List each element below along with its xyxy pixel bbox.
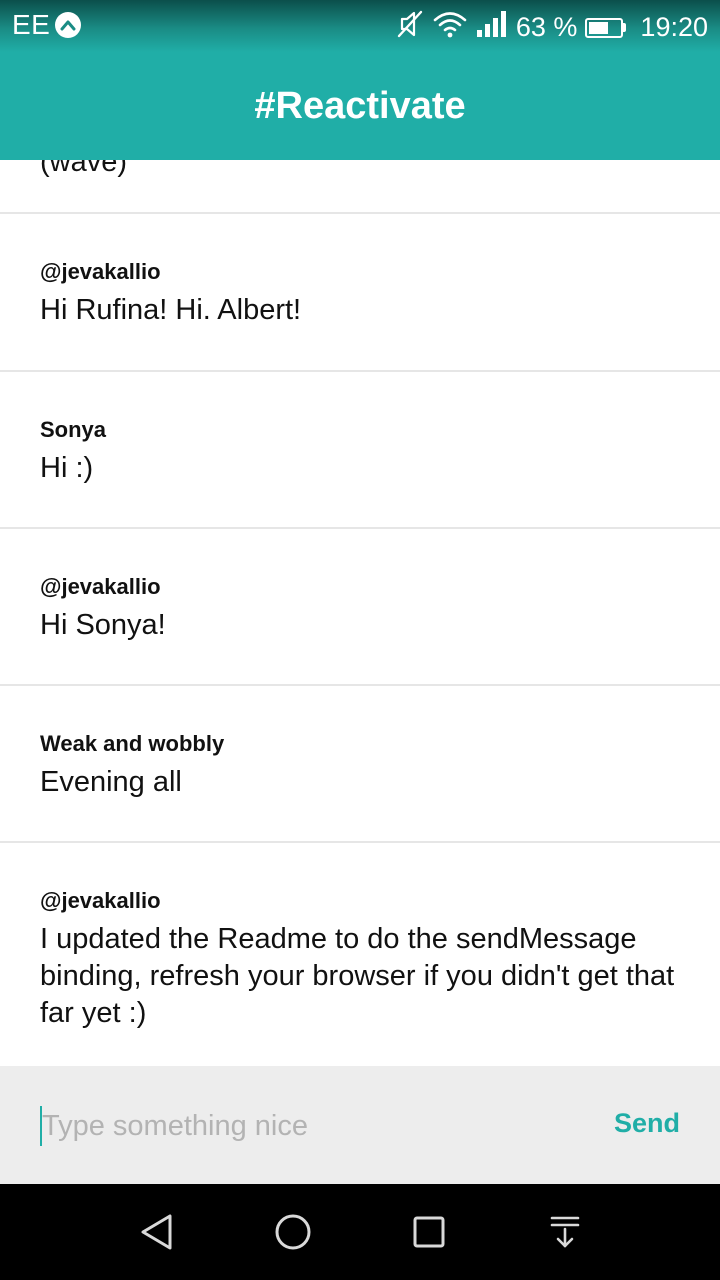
message-item: @jevakallio I updated the Readme to do t… — [0, 843, 720, 1066]
message-item: @jevakallio Hi Sonya! — [0, 529, 720, 686]
message-item: Weak and wobbly Evening all — [0, 686, 720, 843]
mute-icon — [396, 9, 424, 46]
message-item: @jevakallio Hi Rufina! Hi. Albert! — [0, 214, 720, 372]
message-text: I updated the Readme to do the sendMessa… — [40, 923, 675, 1029]
message-list[interactable]: (wave) @jevakallio Hi Rufina! Hi. Albert… — [0, 160, 720, 1066]
send-button[interactable]: Send — [614, 1108, 680, 1139]
message-text: Evening all — [40, 766, 182, 798]
message-composer: Send — [0, 1066, 720, 1184]
carrier-name: EE — [12, 9, 51, 40]
battery-icon — [585, 17, 627, 38]
message-author: @jevakallio — [40, 259, 161, 284]
recents-icon[interactable] — [409, 1212, 449, 1252]
message-author: Sonya — [40, 417, 107, 442]
channel-title: #Reactivate — [254, 84, 466, 127]
home-icon[interactable] — [273, 1212, 313, 1252]
message-author: Weak and wobbly — [40, 731, 225, 756]
message-text: Hi :) — [40, 452, 94, 484]
wifi-icon — [432, 9, 468, 46]
status-bar: EE 63 % 19:20 — [0, 0, 720, 52]
message-input[interactable] — [40, 1106, 580, 1146]
message-item: Sonya Hi :) — [0, 372, 720, 529]
carrier-badge-icon — [55, 12, 82, 38]
message-item: (wave) — [0, 160, 720, 214]
message-text: (wave) — [40, 160, 128, 178]
clock: 19:20 — [640, 12, 708, 42]
signal-icon — [476, 10, 508, 45]
app-bar: #Reactivate — [0, 52, 720, 160]
notification-shade-icon[interactable] — [545, 1212, 585, 1252]
navigation-bar — [0, 1184, 720, 1280]
message-author: @jevakallio — [40, 888, 161, 913]
message-text: Hi Rufina! Hi. Albert! — [40, 294, 302, 326]
back-icon[interactable] — [137, 1212, 177, 1252]
battery-percent: 63 % — [515, 12, 578, 42]
message-author: @jevakallio — [40, 574, 161, 599]
message-text: Hi Sonya! — [40, 609, 166, 641]
